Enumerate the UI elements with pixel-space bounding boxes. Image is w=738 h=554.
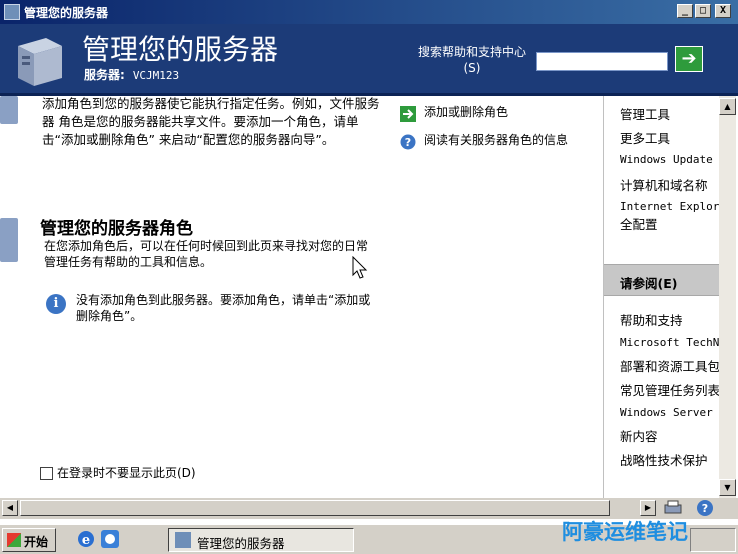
minimize-button[interactable]: _ — [677, 4, 693, 18]
scroll-up-button[interactable]: ▲ — [719, 98, 736, 115]
scroll-left-button[interactable]: ◀ — [2, 500, 18, 516]
server-label: 服务器: — [84, 68, 125, 82]
role-side-icon-2 — [0, 218, 18, 262]
vertical-scrollbar[interactable]: ▲ ▼ — [719, 96, 736, 498]
internet-explorer-icon[interactable]: e — [76, 529, 96, 549]
roles-section-title: 管理您的服务器角色 — [40, 219, 193, 239]
window-title: 管理您的服务器 — [24, 6, 109, 20]
svg-text:?: ? — [405, 136, 411, 149]
windows-logo-icon — [7, 533, 21, 547]
title-bar[interactable]: 管理您的服务器 _ □ X — [0, 0, 738, 24]
search-label: 搜索帮助和支持中心(S) — [417, 45, 526, 75]
link-strategic-protection[interactable]: 战略性技术保护 — [620, 450, 708, 469]
printer-icon[interactable] — [662, 498, 684, 518]
intro-text: 添加角色到您的服务器使它能执行指定任务。例如，文件服务器 角色是您的服务器能共享… — [42, 96, 380, 147]
server-info: 服务器: VCJM123 — [84, 66, 179, 83]
link-windows-update[interactable]: Windows Update — [620, 153, 713, 166]
server-icon — [18, 38, 62, 86]
app-icon — [4, 4, 20, 20]
horizontal-scroll-thumb[interactable] — [20, 500, 610, 516]
green-arrow-icon — [400, 106, 416, 122]
svg-text:?: ? — [702, 502, 708, 515]
maximize-button[interactable]: □ — [695, 4, 711, 18]
info-message: 没有添加角色到此服务器。要添加角色，请单击“添加或删除角色”。 — [76, 293, 371, 323]
link-security-config[interactable]: 全配置 — [620, 214, 658, 233]
right-pane: 管理工具 更多工具 Windows Update 计算机和域名称 Interne… — [603, 96, 719, 498]
dont-show-option[interactable]: 在登录时不要显示此页(D) — [40, 464, 196, 481]
link-windows-server[interactable]: Windows Server — [620, 406, 713, 419]
main-content: 添加角色到您的服务器使它能执行指定任务。例如，文件服务器 角色是您的服务器能共享… — [0, 96, 600, 498]
link-more-tools[interactable]: 更多工具 — [620, 128, 670, 147]
search-go-button[interactable]: ➔ — [675, 46, 703, 72]
see-also-header[interactable]: 请参阅(E) — [604, 264, 719, 296]
link-technet[interactable]: Microsoft TechNet — [620, 336, 719, 349]
see-also-title: 请参阅(E) — [620, 276, 678, 291]
role-side-icon — [0, 96, 18, 124]
help-icon[interactable]: ? — [694, 498, 716, 518]
arrow-right-icon: ➔ — [681, 48, 697, 69]
dont-show-checkbox[interactable] — [40, 467, 53, 480]
taskbar-window-label: 管理您的服务器 — [197, 536, 285, 551]
watermark: 阿豪运维笔记 — [562, 520, 688, 544]
mouse-cursor-icon — [352, 256, 368, 279]
help-icon: ? — [400, 134, 416, 150]
link-computer-domain[interactable]: 计算机和域名称 — [620, 175, 708, 194]
info-icon: i — [46, 294, 66, 314]
dont-show-label: 在登录时不要显示此页(D) — [57, 466, 196, 480]
media-player-icon[interactable] — [100, 529, 120, 549]
link-deployment-kit[interactable]: 部署和资源工具包 — [620, 356, 719, 375]
link-help-support[interactable]: 帮助和支持 — [620, 310, 683, 329]
start-label: 开始 — [24, 535, 49, 549]
search-input[interactable] — [536, 52, 668, 71]
system-tray[interactable] — [690, 528, 736, 552]
svg-text:e: e — [82, 533, 90, 548]
header-banner: 管理您的服务器 服务器: VCJM123 搜索帮助和支持中心(S) ➔ — [0, 24, 738, 96]
scroll-right-button[interactable]: ▶ — [640, 500, 656, 516]
close-button[interactable]: X — [715, 4, 731, 18]
taskbar-window-button[interactable]: 管理您的服务器 — [168, 528, 354, 552]
roles-description: 在您添加角色后，可以在任何时候回到此页来寻找对您的日常管理任务有帮助的工具和信息… — [44, 239, 369, 269]
start-button[interactable]: 开始 — [2, 528, 56, 552]
add-remove-roles-label: 添加或删除角色 — [424, 105, 509, 119]
scroll-down-button[interactable]: ▼ — [719, 479, 736, 496]
link-whats-new[interactable]: 新内容 — [620, 426, 658, 445]
server-name: VCJM123 — [132, 69, 180, 82]
link-internet-explorer[interactable]: Internet Explorer — [620, 200, 719, 213]
manage-server-icon — [175, 532, 191, 548]
link-common-tasks[interactable]: 常见管理任务列表 — [620, 380, 719, 399]
page-title: 管理您的服务器 — [82, 33, 279, 66]
read-about-roles-label: 阅读有关服务器角色的信息 — [424, 133, 569, 147]
link-admin-tools[interactable]: 管理工具 — [620, 104, 670, 123]
